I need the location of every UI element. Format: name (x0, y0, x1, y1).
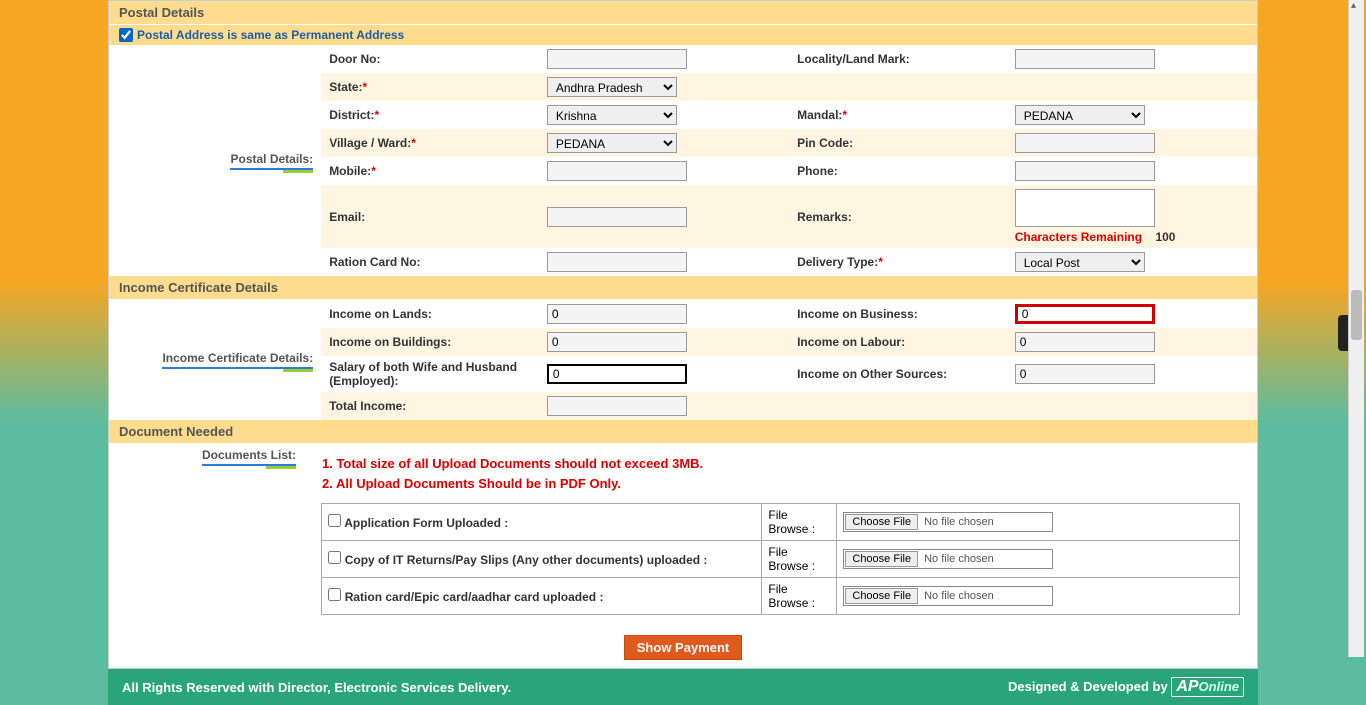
delivery-label: Delivery Type: (797, 255, 878, 269)
doc-it-checkbox[interactable] (328, 551, 341, 564)
action-row: Show Payment (109, 627, 1257, 668)
pincode-label: Pin Code: (789, 129, 1007, 157)
locality-label: Locality/Land Mark: (789, 45, 1007, 73)
aponline-logo: APOnline (1171, 677, 1244, 697)
doc-app-choose-btn[interactable]: Choose File (845, 514, 918, 530)
email-input[interactable] (547, 207, 687, 227)
postal-side-label: Postal Details: (230, 152, 313, 170)
postal-form-table: Postal Details: Door No: Locality/Land M… (109, 45, 1257, 276)
income-form-table: Income Certificate Details: Income on La… (109, 300, 1257, 420)
doc-row-it-returns: Copy of IT Returns/Pay Slips (Any other … (322, 541, 1239, 578)
income-total-label: Total Income: (321, 392, 539, 420)
show-payment-button[interactable]: Show Payment (624, 635, 742, 660)
side-feedback-tab[interactable] (1338, 315, 1348, 351)
doc-row-ration: Ration card/Epic card/aadhar card upload… (322, 578, 1239, 615)
same-as-permanent-label: Postal Address is same as Permanent Addr… (137, 28, 404, 42)
mobile-label: Mobile: (329, 164, 371, 178)
same-as-permanent-checkbox[interactable] (119, 28, 133, 42)
remarks-textarea[interactable] (1015, 189, 1155, 227)
district-label: District: (329, 108, 374, 122)
village-label: Village / Ward: (329, 136, 411, 150)
income-business-input[interactable] (1015, 304, 1155, 324)
doc-it-file-widget: Choose File No file chosen (843, 549, 1053, 569)
phone-label: Phone: (789, 157, 1007, 185)
docs-layout-table: Documents List: 1. Total size of all Upl… (109, 444, 1257, 627)
ration-label: Ration Card No: (321, 248, 539, 276)
chars-remaining-label: Characters Remaining (1015, 230, 1142, 244)
doc-app-checkbox[interactable] (328, 514, 341, 527)
income-side-label: Income Certificate Details: (162, 351, 313, 369)
scrollbar[interactable] (1348, 0, 1364, 657)
doc-app-file-widget: Choose File No file chosen (843, 512, 1053, 532)
income-buildings-input[interactable] (547, 332, 687, 352)
income-total-input[interactable] (547, 396, 687, 416)
doc-ration-file-widget: Choose File No file chosen (843, 586, 1053, 606)
doc-ration-file-status: No file chosen (924, 590, 994, 602)
email-label: Email: (321, 185, 539, 248)
income-labour-label: Income on Labour: (789, 328, 1007, 356)
state-label: State: (329, 80, 362, 94)
footer: All Rights Reserved with Director, Elect… (108, 669, 1258, 705)
docs-warn-1: 1. Total size of all Upload Documents sh… (322, 454, 1239, 474)
doc-row-application: Application Form Uploaded : File Browse … (322, 504, 1239, 541)
door-no-input[interactable] (547, 49, 687, 69)
docs-warning: 1. Total size of all Upload Documents sh… (312, 448, 1249, 499)
doc-ration-checkbox[interactable] (328, 588, 341, 601)
income-business-label: Income on Business: (789, 300, 1007, 328)
docs-side-label-cell: Documents List: (109, 444, 304, 627)
form-container: Postal Details Postal Address is same as… (108, 0, 1258, 669)
doc-app-label: Application Form Uploaded : (344, 516, 508, 530)
income-side-label-cell: Income Certificate Details: (109, 300, 321, 420)
footer-left: All Rights Reserved with Director, Elect… (122, 680, 511, 695)
doc-app-browse-label: File Browse : (762, 504, 837, 541)
doc-it-label: Copy of IT Returns/Pay Slips (Any other … (345, 553, 708, 567)
income-other-input[interactable] (1015, 364, 1155, 384)
postal-side-label-cell: Postal Details: (109, 45, 321, 276)
income-salary-input[interactable] (547, 364, 687, 384)
same-as-permanent-row: Postal Address is same as Permanent Addr… (109, 25, 1257, 45)
postal-details-header: Postal Details (109, 1, 1257, 25)
income-section-header: Income Certificate Details (109, 276, 1257, 300)
state-select[interactable]: Andhra Pradesh (547, 77, 677, 97)
docs-warn-2: 2. All Upload Documents Should be in PDF… (322, 474, 1239, 494)
chars-remaining-count: 100 (1145, 230, 1175, 244)
income-lands-label: Income on Lands: (321, 300, 539, 328)
delivery-select[interactable]: Local Post (1015, 252, 1145, 272)
footer-right: Designed & Developed by APOnline (1008, 677, 1244, 697)
income-other-label: Income on Other Sources: (789, 356, 1007, 392)
income-labour-input[interactable] (1015, 332, 1155, 352)
docs-side-label: Documents List: (202, 448, 296, 466)
doc-ration-choose-btn[interactable]: Choose File (845, 588, 918, 604)
door-no-label: Door No: (321, 45, 539, 73)
locality-input[interactable] (1015, 49, 1155, 69)
doc-it-choose-btn[interactable]: Choose File (845, 551, 918, 567)
doc-it-file-status: No file chosen (924, 553, 994, 565)
mandal-label: Mandal: (797, 108, 842, 122)
village-select[interactable]: PEDANA (547, 133, 677, 153)
income-salary-label: Salary of both Wife and Husband (Employe… (321, 356, 539, 392)
mobile-input[interactable] (547, 161, 687, 181)
ration-input[interactable] (547, 252, 687, 272)
doc-app-file-status: No file chosen (924, 516, 994, 528)
income-lands-input[interactable] (547, 304, 687, 324)
docs-section-header: Document Needed (109, 420, 1257, 444)
remarks-label: Remarks: (789, 185, 1007, 248)
doc-ration-browse-label: File Browse : (762, 578, 837, 615)
pincode-input[interactable] (1015, 133, 1155, 153)
district-select[interactable]: Krishna (547, 105, 677, 125)
income-buildings-label: Income on Buildings: (321, 328, 539, 356)
phone-input[interactable] (1015, 161, 1155, 181)
mandal-select[interactable]: PEDANA (1015, 105, 1145, 125)
doc-it-browse-label: File Browse : (762, 541, 837, 578)
docs-upload-table: Application Form Uploaded : File Browse … (321, 503, 1239, 615)
doc-ration-label: Ration card/Epic card/aadhar card upload… (345, 590, 604, 604)
scrollbar-thumb[interactable] (1351, 290, 1362, 340)
